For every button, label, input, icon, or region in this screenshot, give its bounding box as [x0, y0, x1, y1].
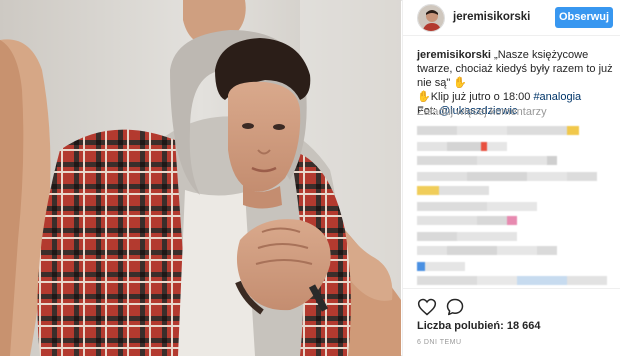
blurred-comment	[417, 276, 607, 285]
like-count[interactable]: Liczba polubień: 18 664	[417, 320, 540, 332]
load-more-comments-link[interactable]: Załaduj więcej komentarzy	[417, 106, 547, 118]
blurred-comment	[417, 202, 537, 211]
follow-button[interactable]: Obserwuj	[555, 7, 613, 28]
post-side-panel: jeremisikorski Obserwuj jeremisikorski „…	[402, 0, 620, 356]
blurred-comment	[417, 126, 579, 135]
caption-text-clip: Klip już jutro o 18:00	[430, 91, 534, 103]
heart-outline-icon[interactable]	[417, 297, 437, 317]
post-header: jeremisikorski Obserwuj	[403, 0, 620, 36]
post-timestamp: 6 DNI TEMU	[417, 339, 462, 346]
blurred-comment	[417, 246, 557, 255]
post-actions	[403, 288, 620, 318]
blurred-comment	[417, 156, 557, 165]
blurred-comment	[417, 172, 597, 181]
blurred-comment	[417, 142, 507, 151]
avatar[interactable]	[417, 4, 445, 32]
hashtag-link[interactable]: #analogia	[533, 91, 581, 103]
portrait-image	[0, 0, 401, 356]
post-photo[interactable]	[0, 0, 401, 356]
blurred-comment	[417, 232, 517, 241]
blurred-comment	[417, 216, 517, 225]
caption-username[interactable]: jeremisikorski	[417, 49, 491, 61]
blurred-comment	[417, 186, 489, 195]
raised-hand-emoji: ✋	[453, 77, 468, 89]
blurred-comment	[417, 262, 465, 271]
speech-bubble-icon[interactable]	[445, 297, 465, 317]
post-author-username[interactable]: jeremisikorski	[453, 11, 530, 23]
raised-hand-emoji-2: ✋	[417, 91, 431, 103]
